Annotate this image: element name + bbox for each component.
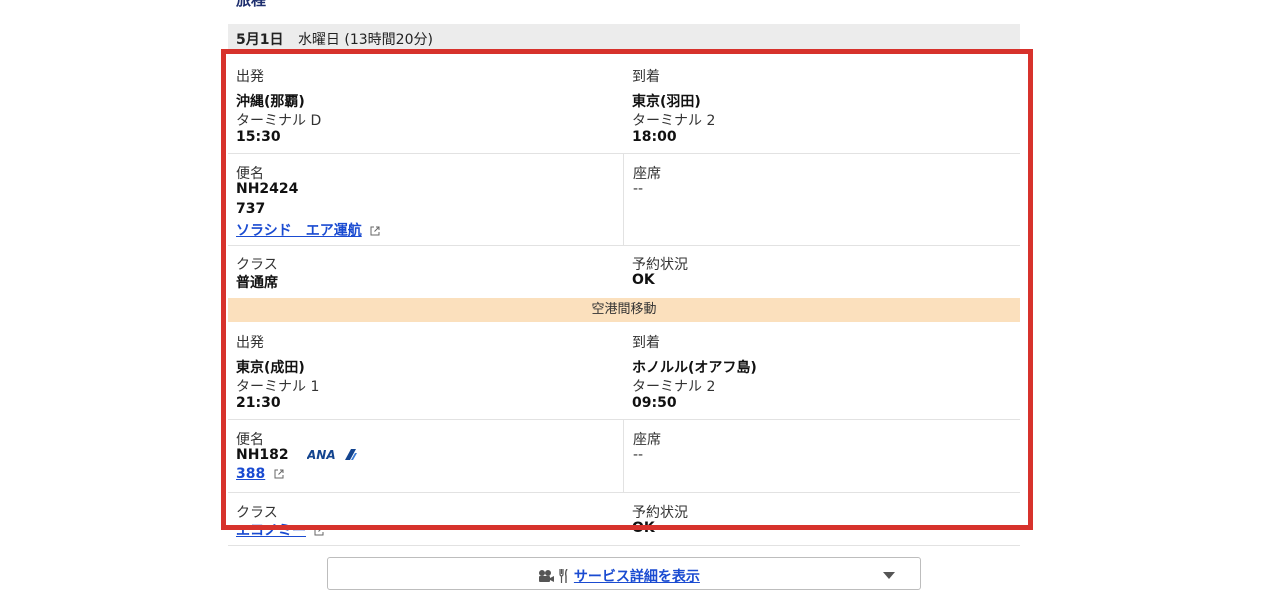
flight-label: 便名 — [236, 432, 264, 448]
class-label: クラス — [236, 257, 278, 273]
arrival-label: 到着 — [632, 335, 660, 351]
class-value: 普通席 — [236, 275, 278, 291]
ana-logo-icon: ANA — [307, 448, 358, 461]
arrival-time: 18:00 — [632, 129, 677, 145]
seat-cell: 座席 -- — [623, 420, 1020, 492]
airport-transfer-bar: 空港間移動 — [228, 298, 1020, 322]
departure-cell: 出発 東京(成田) ターミナル 1 21:30 — [228, 322, 623, 419]
route-row: 出発 東京(成田) ターミナル 1 21:30 到着 ホノルル(オアフ島) ター… — [228, 322, 1020, 420]
status-value: OK — [632, 272, 655, 288]
class-label: クラス — [236, 505, 278, 521]
flight-cell: 便名 NH2424 737 ソラシド エア運航 — [228, 154, 623, 245]
section-title: 旅程 — [236, 0, 267, 9]
external-link-icon — [370, 226, 380, 236]
arrival-cell: 到着 東京(羽田) ターミナル 2 18:00 — [623, 54, 1020, 153]
seat-label: 座席 — [633, 166, 661, 182]
class-link[interactable]: エコノミー — [236, 523, 306, 539]
departure-city: 沖縄(那覇) — [236, 94, 305, 110]
flight-number-wrap: NH182 ANA — [236, 447, 358, 463]
day-header: 5月1日 水曜日 (13時間20分) — [228, 24, 1020, 54]
departure-terminal: ターミナル D — [236, 113, 322, 129]
departure-label: 出発 — [236, 69, 264, 85]
departure-time: 21:30 — [236, 395, 281, 411]
operator-link[interactable]: ソラシド エア運航 — [236, 223, 362, 239]
arrival-city: ホノルル(オアフ島) — [632, 360, 757, 376]
svg-text:ANA: ANA — [307, 448, 336, 461]
seat-cell: 座席 -- — [623, 154, 1020, 245]
aircraft-link[interactable]: 388 — [236, 466, 265, 482]
arrival-terminal: ターミナル 2 — [632, 379, 716, 395]
utensils-icon — [559, 568, 569, 583]
class-row: クラス 普通席 予約状況 OK — [228, 246, 1020, 298]
operator-link-wrap: ソラシド エア運航 — [236, 220, 380, 240]
departure-cell: 出発 沖縄(那覇) ターミナル D 15:30 — [228, 54, 623, 153]
flight-number: NH2424 — [236, 181, 299, 197]
flight-label: 便名 — [236, 166, 264, 182]
seat-value: -- — [633, 181, 644, 197]
departure-city: 東京(成田) — [236, 360, 305, 376]
service-button-content: サービス詳細を表示 — [537, 566, 700, 586]
flight-row: 便名 NH182 ANA 388 座席 -- — [228, 420, 1020, 493]
arrival-terminal: ターミナル 2 — [632, 113, 716, 129]
departure-terminal: ターミナル 1 — [236, 379, 320, 395]
class-row: クラス エコノミー 予約状況 OK — [228, 493, 1020, 546]
arrival-cell: 到着 ホノルル(オアフ島) ターミナル 2 09:50 — [623, 322, 1020, 419]
camera-icon — [539, 570, 554, 582]
day-date: 5月1日 — [236, 32, 284, 48]
seat-label: 座席 — [633, 432, 661, 448]
route-row: 出発 沖縄(那覇) ターミナル D 15:30 到着 東京(羽田) ターミナル … — [228, 54, 1020, 154]
class-cell: クラス 普通席 — [228, 246, 623, 298]
status-label: 予約状況 — [632, 257, 688, 273]
status-label: 予約状況 — [632, 505, 688, 521]
status-cell: 予約状況 OK — [623, 246, 1020, 298]
service-button-label[interactable]: サービス詳細を表示 — [574, 569, 700, 585]
flight-number: NH182 — [236, 447, 289, 463]
aircraft-type: 737 — [236, 201, 266, 217]
flight-cell: 便名 NH182 ANA 388 — [228, 420, 623, 492]
aircraft-link-wrap: 388 — [236, 466, 284, 482]
chevron-down-icon — [883, 572, 895, 579]
departure-label: 出発 — [236, 335, 264, 351]
external-link-icon — [274, 469, 284, 479]
departure-time: 15:30 — [236, 129, 281, 145]
status-value: OK — [632, 520, 655, 536]
seat-value: -- — [633, 447, 644, 463]
day-detail: 水曜日 (13時間20分) — [297, 32, 433, 48]
arrival-label: 到着 — [632, 69, 660, 85]
status-cell: 予約状況 OK — [623, 493, 1020, 545]
class-link-wrap: エコノミー — [236, 520, 324, 540]
arrival-city: 東京(羽田) — [632, 94, 701, 110]
class-cell: クラス エコノミー — [228, 493, 623, 545]
service-details-button[interactable]: サービス詳細を表示 — [327, 557, 921, 590]
arrival-time: 09:50 — [632, 395, 677, 411]
flight-row: 便名 NH2424 737 ソラシド エア運航 座席 -- — [228, 154, 1020, 246]
external-link-icon — [314, 526, 324, 536]
